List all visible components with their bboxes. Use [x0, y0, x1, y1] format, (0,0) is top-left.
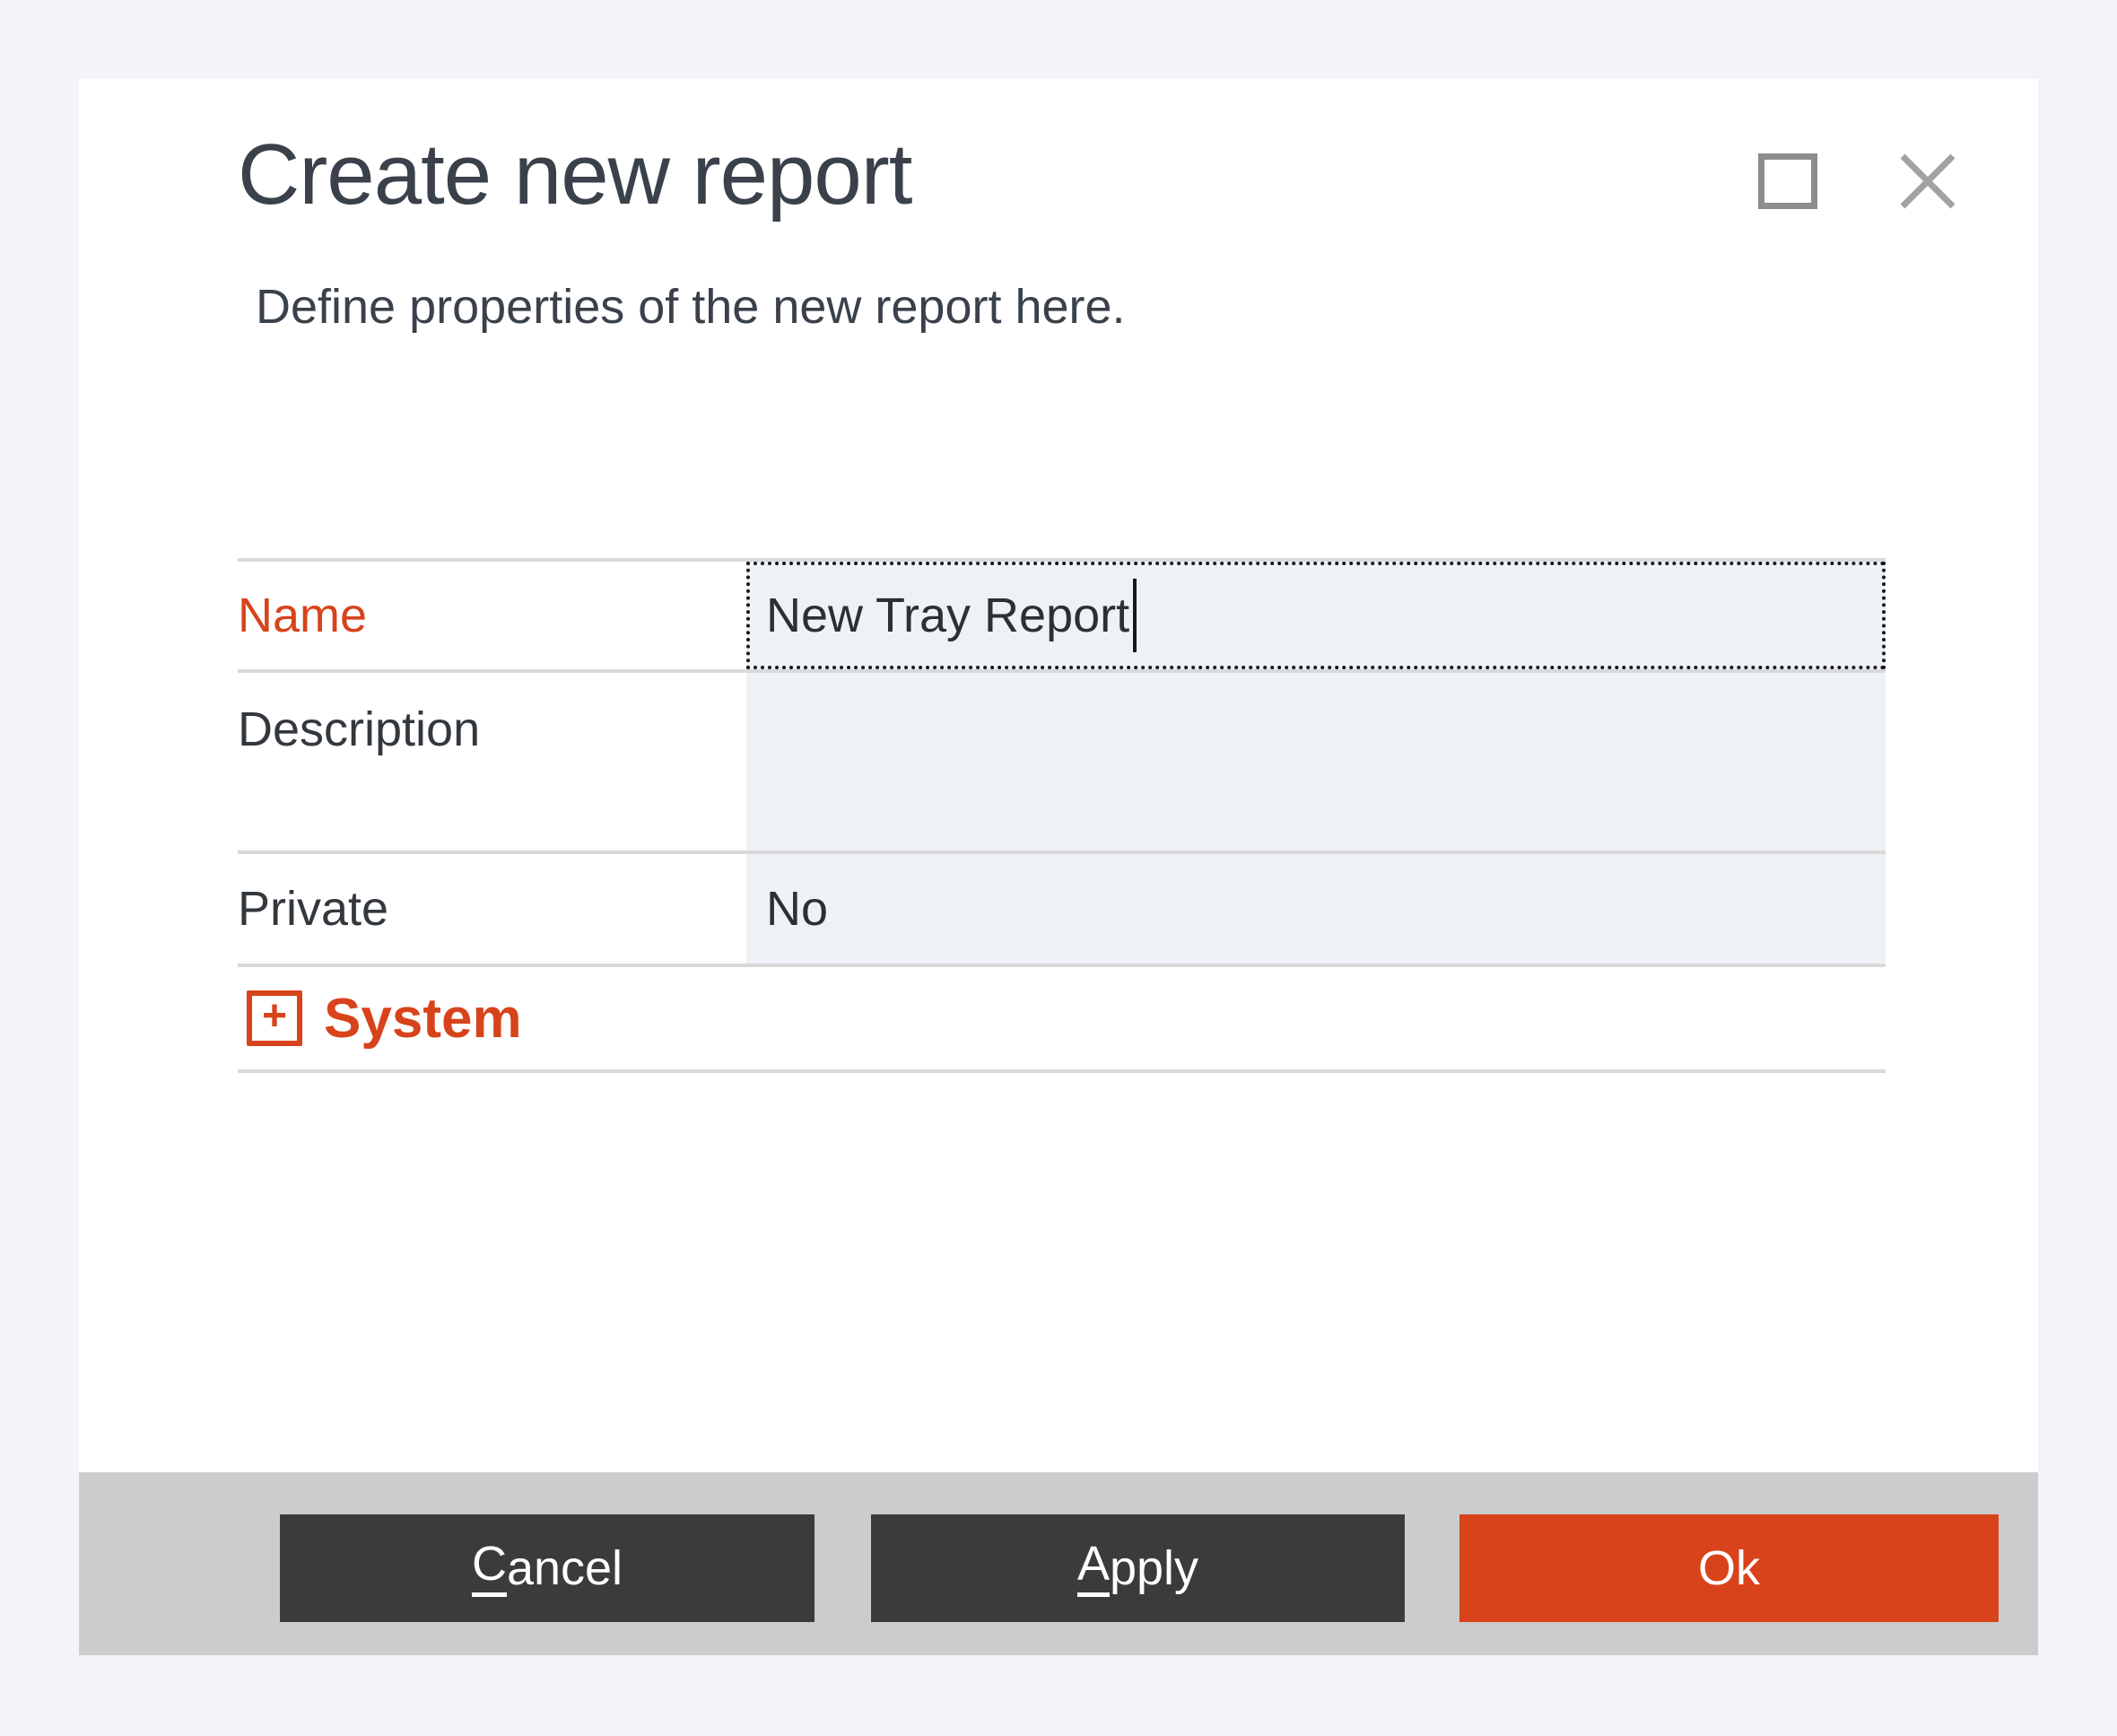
description-input[interactable]: [746, 673, 1886, 851]
ok-button[interactable]: Ok: [1459, 1514, 1999, 1622]
screen-background: { "window": { "title": "Create new repor…: [0, 0, 2117, 1736]
footer-bar: Cancel Apply Ok: [79, 1472, 2038, 1655]
maximize-icon: [1758, 153, 1817, 209]
close-button[interactable]: [1896, 151, 1959, 212]
description-label: Description: [238, 673, 746, 851]
apply-button[interactable]: Apply: [871, 1514, 1405, 1622]
name-label: Name: [238, 562, 746, 669]
create-report-dialog: Create new report Define properties of t…: [79, 79, 2038, 1655]
name-input-value: New Tray Report: [766, 588, 1129, 643]
plus-icon: +: [262, 995, 287, 1038]
ok-label: Ok: [1698, 1544, 1760, 1592]
private-label: Private: [238, 854, 746, 964]
apply-label-rest: pply: [1110, 1544, 1198, 1592]
description-row: Description: [238, 673, 1886, 854]
private-value-text: No: [766, 881, 828, 937]
cancel-label-rest: ancel: [507, 1544, 623, 1592]
dialog-title: Create new report: [238, 126, 911, 224]
name-input[interactable]: New Tray Report: [746, 562, 1886, 669]
properties-table: Name New Tray Report Description Private…: [238, 558, 1886, 1073]
cancel-button[interactable]: Cancel: [280, 1514, 815, 1622]
system-expander-button[interactable]: +: [247, 990, 302, 1046]
apply-accelerator: A: [1077, 1540, 1110, 1597]
system-section-row: + System: [238, 967, 1886, 1073]
system-section-label[interactable]: System: [324, 987, 522, 1051]
maximize-button[interactable]: [1756, 151, 1819, 212]
close-icon: [1898, 153, 1957, 210]
private-row: Private No: [238, 854, 1886, 967]
dialog-subtitle: Define properties of the new report here…: [256, 278, 1126, 336]
cancel-accelerator: C: [472, 1540, 507, 1597]
private-value[interactable]: No: [746, 854, 1886, 964]
name-row: Name New Tray Report: [238, 562, 1886, 673]
text-cursor: [1133, 579, 1137, 652]
